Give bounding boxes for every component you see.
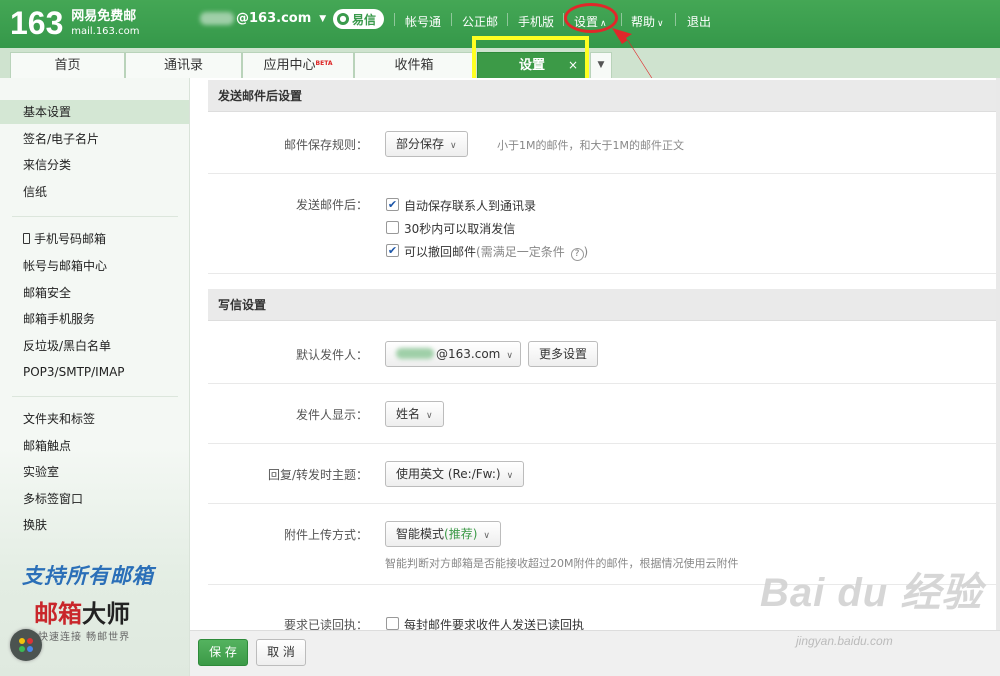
auto-save-contacts-checkbox[interactable]: ✔: [386, 198, 399, 211]
save-rule-hint: 小于1M的邮件，和大于1M的邮件正文: [497, 139, 684, 152]
attachment-mode-select[interactable]: 智能模式(推荐) ∨: [385, 521, 501, 547]
sidebar-item-security[interactable]: 邮箱安全: [0, 281, 189, 305]
promo-brand[interactable]: 邮箱大师: [34, 594, 130, 629]
divider: [208, 383, 1000, 384]
section-title-write: 写信设置: [208, 289, 1000, 321]
sender-display-value: 姓名: [396, 407, 421, 421]
sidebar-item-label: 手机号码邮箱: [34, 232, 107, 246]
chevron-down-icon: ∨: [450, 141, 457, 151]
settings-sidebar: 基本设置 签名/电子名片 来信分类 信纸 手机号码邮箱 帐号与邮箱中心 邮箱安全…: [0, 78, 190, 676]
recall-mail-checkbox[interactable]: ✔: [386, 244, 399, 257]
settings-main-panel: 发送邮件后设置 邮件保存规则： 部分保存 ∨ 小于1M的邮件，和大于1M的邮件正文…: [208, 78, 1000, 630]
chevron-down-icon: ∨: [483, 531, 490, 541]
sidebar-item-multi-tab[interactable]: 多标签窗口: [0, 487, 189, 511]
dot: [27, 638, 33, 644]
divider: [208, 273, 1000, 274]
promo-brand-part2: 大师: [82, 599, 130, 628]
sidebar-item-mobile-service[interactable]: 邮箱手机服务: [0, 307, 189, 331]
sidebar-item-stationery[interactable]: 信纸: [0, 180, 189, 204]
cancel-send-label[interactable]: 30秒内可以取消发信: [404, 220, 515, 237]
scrollbar[interactable]: [996, 78, 1000, 630]
chevron-down-icon: ∨: [426, 411, 433, 421]
read-receipt-option[interactable]: 每封邮件要求收件人发送已读回执: [404, 616, 584, 630]
recall-mail-label: 可以撤回邮件: [404, 245, 477, 259]
phone-icon: [23, 233, 30, 244]
divider: [208, 173, 1000, 174]
help-icon[interactable]: ?: [570, 248, 584, 261]
default-sender-value: @163.com: [436, 347, 501, 361]
watermark-url: jingyan.baidu.com: [796, 634, 893, 648]
reply-subject-select[interactable]: 使用英文 (Re:/Fw:) ∨: [385, 461, 525, 487]
attachment-mode-label: 附件上传方式：: [283, 528, 368, 542]
sidebar-item-mobile-mailbox[interactable]: 手机号码邮箱: [0, 227, 189, 251]
red-arrow: [612, 28, 656, 84]
recommended-badge: (推荐): [444, 527, 478, 541]
sidebar-item-mail-filter[interactable]: 来信分类: [0, 153, 189, 177]
dot: [19, 646, 25, 652]
attachment-mode-hint: 智能判断对方邮箱是否能接收超过20M附件的邮件，根据情况使用云附件: [385, 557, 739, 570]
cancel-send-checkbox[interactable]: [386, 221, 399, 234]
chevron-down-icon: ∨: [506, 351, 513, 361]
sender-display-label: 发件人显示：: [295, 408, 368, 422]
reply-subject-value: 使用英文 (Re:/Fw:): [396, 467, 501, 481]
sidebar-item-signature[interactable]: 签名/电子名片: [0, 127, 189, 151]
sender-display-select[interactable]: 姓名 ∨: [385, 401, 444, 427]
promo-brand-part1: 邮箱: [34, 599, 82, 628]
recall-mail-option[interactable]: 可以撤回邮件(需满足一定条件 ?): [404, 243, 588, 261]
sidebar-item-basic-settings[interactable]: 基本设置: [0, 100, 189, 124]
save-rule-label: 邮件保存规则：: [283, 138, 368, 152]
sidebar-item-lab[interactable]: 实验室: [0, 460, 189, 484]
watermark-brand: Bai du 经验: [760, 571, 983, 615]
sidebar-item-antispam[interactable]: 反垃圾/黑白名单: [0, 334, 189, 358]
attachment-mode-value: 智能模式: [396, 527, 445, 541]
more-settings-button[interactable]: 更多设置: [528, 341, 599, 367]
read-receipt-label: 要求已读回执：: [283, 618, 368, 630]
chevron-down-icon: ∨: [506, 471, 514, 481]
divider: [208, 503, 1000, 504]
promo-headline[interactable]: 支持所有邮箱: [22, 560, 154, 590]
recall-mail-note-close: ): [583, 245, 589, 259]
reply-subject-label: 回复/转发时主题：: [267, 468, 368, 482]
watermark: Bai du 经验 jingyan.baidu.com: [760, 560, 983, 648]
sidebar-item-folders[interactable]: 文件夹和标签: [0, 407, 189, 431]
recall-mail-note: (需满足一定条件: [476, 245, 565, 259]
save-rule-select[interactable]: 部分保存 ∨: [385, 131, 468, 157]
cancel-button[interactable]: 取 消: [256, 639, 306, 666]
read-receipt-checkbox[interactable]: [386, 617, 399, 630]
divider: [12, 216, 178, 217]
redacted-username: [396, 348, 434, 359]
dot: [27, 646, 33, 652]
sidebar-item-pop3[interactable]: POP3/SMTP/IMAP: [0, 360, 189, 384]
default-sender-select[interactable]: @163.com ∨: [385, 341, 521, 367]
app-launcher-icon[interactable]: [10, 629, 42, 661]
section-title-send: 发送邮件后设置: [208, 80, 1000, 112]
default-sender-label: 默认发件人：: [295, 348, 368, 362]
sidebar-item-skin[interactable]: 换肤: [0, 513, 189, 537]
divider: [208, 443, 1000, 444]
sidebar-item-account-center[interactable]: 帐号与邮箱中心: [0, 254, 189, 278]
after-send-label: 发送邮件后：: [295, 198, 368, 212]
promo-tagline: 快速连接 畅邮世界: [38, 632, 131, 643]
dot: [19, 638, 25, 644]
auto-save-contacts-label[interactable]: 自动保存联系人到通讯录: [404, 197, 536, 214]
save-rule-value: 部分保存: [396, 137, 445, 151]
save-button[interactable]: 保 存: [198, 639, 248, 666]
sidebar-item-contact-points[interactable]: 邮箱触点: [0, 434, 189, 458]
divider: [12, 396, 178, 397]
